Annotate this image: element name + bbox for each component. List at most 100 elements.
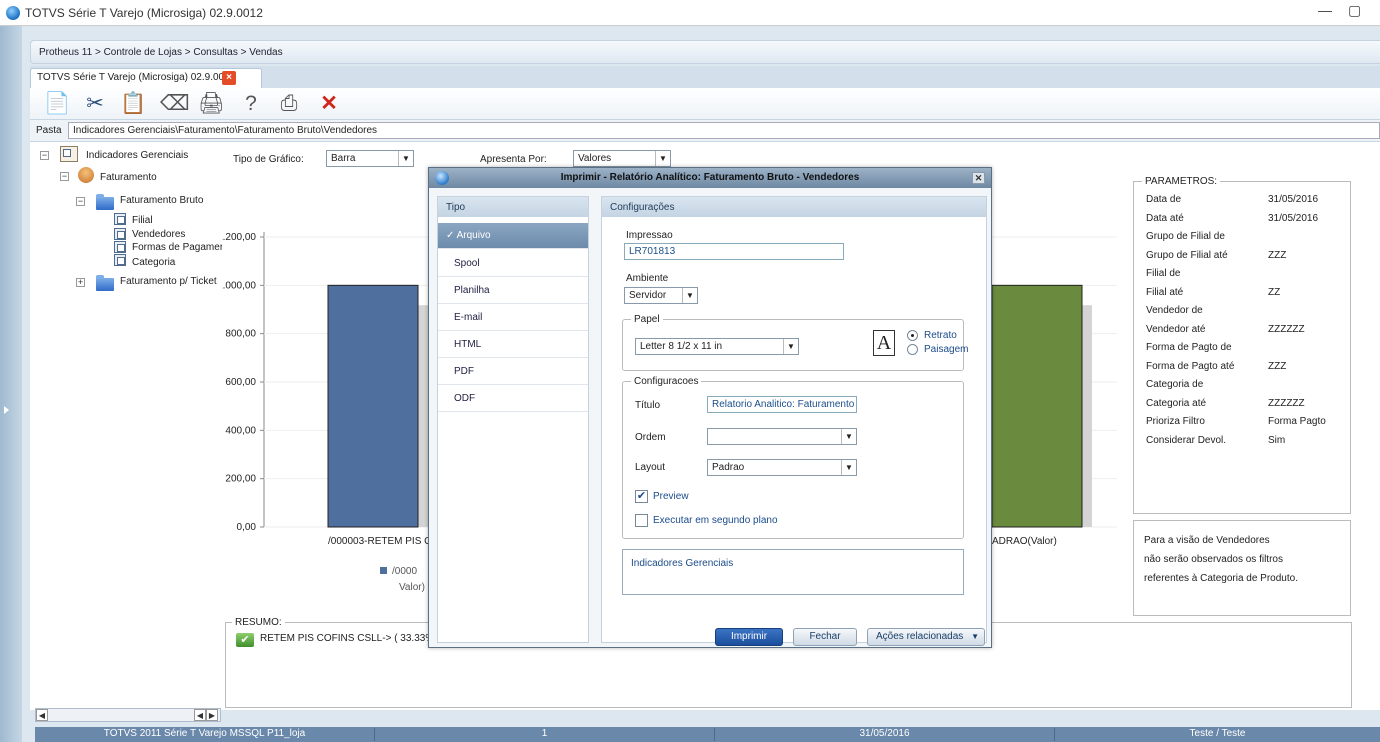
- legend-swatch: [380, 567, 387, 574]
- tree-horizontal-scrollbar[interactable]: ◀ ◀ ▶: [35, 708, 221, 722]
- tree-item-formas[interactable]: Formas de Pagamer: [132, 242, 222, 253]
- print-dialog: Imprimir - Relatório Analítico: Faturame…: [428, 167, 992, 648]
- imprimir-button[interactable]: Imprimir: [715, 628, 783, 646]
- param-key: Vendedor de: [1146, 305, 1203, 316]
- preview-checkbox[interactable]: ✔: [635, 490, 648, 503]
- param-row: Filial até ZZ: [1146, 287, 1346, 303]
- cut-icon[interactable]: ✂: [82, 91, 108, 117]
- pasta-path-field[interactable]: Indicadores Gerenciais\Faturamento\Fatur…: [68, 122, 1380, 139]
- eraser-icon[interactable]: ⌫: [160, 91, 190, 117]
- chevron-down-icon[interactable]: ▼: [841, 460, 856, 475]
- document-icon: [114, 213, 126, 225]
- param-row: Categoria de: [1146, 379, 1346, 395]
- help-icon[interactable]: ?: [238, 91, 264, 117]
- param-key: Grupo de Filial até: [1146, 249, 1228, 261]
- ambiente-value: Servidor: [629, 290, 667, 301]
- chevron-down-icon[interactable]: ▼: [398, 151, 413, 166]
- param-value: Forma Pagto: [1268, 416, 1326, 427]
- acoes-relacionadas-button[interactable]: Ações relacionadas ▼: [867, 628, 985, 646]
- collapse-icon[interactable]: −: [40, 151, 49, 160]
- scroll-left-icon[interactable]: ◀: [194, 709, 206, 721]
- paste-icon[interactable]: 📋: [120, 91, 146, 117]
- page-orientation-icon: A: [873, 330, 895, 356]
- tab-close-icon[interactable]: ×: [222, 71, 236, 85]
- breadcrumb-text[interactable]: Protheus 11 > Controle de Lojas > Consul…: [39, 47, 283, 58]
- left-collapse-bar[interactable]: [0, 26, 22, 742]
- expand-icon[interactable]: +: [76, 278, 85, 287]
- retrato-radio[interactable]: [907, 330, 918, 341]
- y-tick-label: 0,00: [237, 522, 257, 533]
- chevron-down-icon: ▼: [971, 632, 979, 641]
- param-row: Considerar Devol. Sim: [1146, 435, 1346, 451]
- param-row: Filial de: [1146, 268, 1346, 284]
- param-key: Grupo de Filial de: [1146, 231, 1225, 242]
- param-value: ZZZ: [1268, 360, 1287, 372]
- impressao-field[interactable]: LR701813: [624, 243, 844, 260]
- param-key: Categoria de: [1146, 379, 1204, 390]
- scroll-right-icon[interactable]: ▶: [206, 709, 218, 721]
- tipo-arquivo[interactable]: ✓ Arquivo: [438, 223, 588, 249]
- tree-item-vendedores[interactable]: Vendedores: [132, 229, 185, 240]
- bar: [327, 284, 419, 528]
- chevron-down-icon[interactable]: ▼: [682, 288, 697, 303]
- tree-item-ticket[interactable]: Faturamento p/ Ticket: [120, 276, 217, 287]
- chevron-down-icon[interactable]: ▼: [655, 151, 670, 166]
- collapse-icon[interactable]: −: [60, 172, 69, 181]
- param-key: Data de: [1146, 194, 1182, 205]
- dialog-title-bar: Imprimir - Relatório Analítico: Faturame…: [429, 168, 991, 188]
- tipo-grafico-select[interactable]: Barra ▼: [326, 150, 414, 167]
- user-icon: [78, 167, 94, 183]
- note-line: referentes à Categoria de Produto.: [1144, 573, 1298, 584]
- document-icon: [114, 241, 126, 253]
- tipo-grafico-value: Barra: [331, 153, 356, 164]
- param-key: Vendedor até: [1146, 323, 1206, 335]
- dialog-close-icon[interactable]: ✕: [972, 172, 985, 184]
- exit-icon[interactable]: ✕: [316, 91, 342, 117]
- expand-arrow-icon[interactable]: [4, 406, 9, 414]
- apresenta-label: Apresenta Por:: [480, 154, 547, 165]
- app-logo-icon: [6, 6, 20, 20]
- collapse-icon[interactable]: −: [76, 197, 85, 206]
- papel-group: Papel Letter 8 1/2 x 11 in ▼ A Retrato Pa…: [622, 314, 968, 371]
- tree-item-indicadores[interactable]: Indicadores Gerenciais: [86, 150, 188, 161]
- chevron-down-icon[interactable]: ▼: [841, 429, 856, 444]
- tree-item-categoria[interactable]: Categoria: [132, 257, 175, 268]
- fechar-button[interactable]: Fechar: [793, 628, 857, 646]
- layout-select[interactable]: Padrao ▼: [707, 459, 857, 476]
- papel-select[interactable]: Letter 8 1/2 x 11 in ▼: [635, 338, 799, 355]
- tree-item-faturamento[interactable]: Faturamento: [100, 172, 157, 183]
- segundo-plano-checkbox[interactable]: [635, 514, 648, 527]
- tipo-spool[interactable]: Spool: [438, 251, 588, 277]
- scroll-left-icon[interactable]: ◀: [36, 709, 48, 721]
- tipo-odf[interactable]: ODF: [438, 386, 588, 412]
- minimize-button[interactable]: —: [1318, 2, 1332, 18]
- copy-icon[interactable]: 📄: [44, 91, 70, 117]
- retrato-label[interactable]: Retrato: [924, 330, 957, 341]
- tipo-html[interactable]: HTML: [438, 332, 588, 358]
- tipo-pdf[interactable]: PDF: [438, 359, 588, 385]
- info-textarea[interactable]: Indicadores Gerenciais: [622, 549, 964, 595]
- preview-label[interactable]: Preview: [653, 491, 689, 502]
- tree-item-faturamento-bruto[interactable]: Faturamento Bruto: [120, 195, 203, 206]
- window-title-bar: TOTVS Série T Varejo (Microsiga) 02.9.00…: [0, 0, 1380, 26]
- chevron-down-icon[interactable]: ▼: [783, 339, 798, 354]
- tree-item-filial[interactable]: Filial: [132, 215, 153, 226]
- printer-icon[interactable]: ⎙: [276, 91, 302, 117]
- ambiente-select[interactable]: Servidor ▼: [624, 287, 698, 304]
- param-row: Categoria até ZZZZZZ: [1146, 398, 1346, 414]
- tipo-email[interactable]: E-mail: [438, 305, 588, 331]
- status-bar: TOTVS 2011 Série T Varejo MSSQL P11_loja…: [35, 727, 1380, 742]
- print-icon[interactable]: 🖨: [198, 91, 225, 117]
- y-tick-label: 800,00: [225, 329, 256, 340]
- param-key: Forma de Pagto até: [1146, 360, 1235, 372]
- titulo-field[interactable]: Relatorio Analitico: Faturamento: [707, 396, 857, 413]
- apresenta-select[interactable]: Valores ▼: [573, 150, 671, 167]
- paisagem-label[interactable]: Paisagem: [924, 344, 968, 355]
- layout-label: Layout: [635, 462, 666, 473]
- restore-button[interactable]: ▢: [1348, 2, 1361, 19]
- y-tick-label: 400,00: [225, 425, 256, 436]
- tipo-planilha[interactable]: Planilha: [438, 278, 588, 304]
- segundo-plano-label[interactable]: Executar em segundo plano: [653, 515, 778, 526]
- ordem-select[interactable]: ▼: [707, 428, 857, 445]
- paisagem-radio[interactable]: [907, 344, 918, 355]
